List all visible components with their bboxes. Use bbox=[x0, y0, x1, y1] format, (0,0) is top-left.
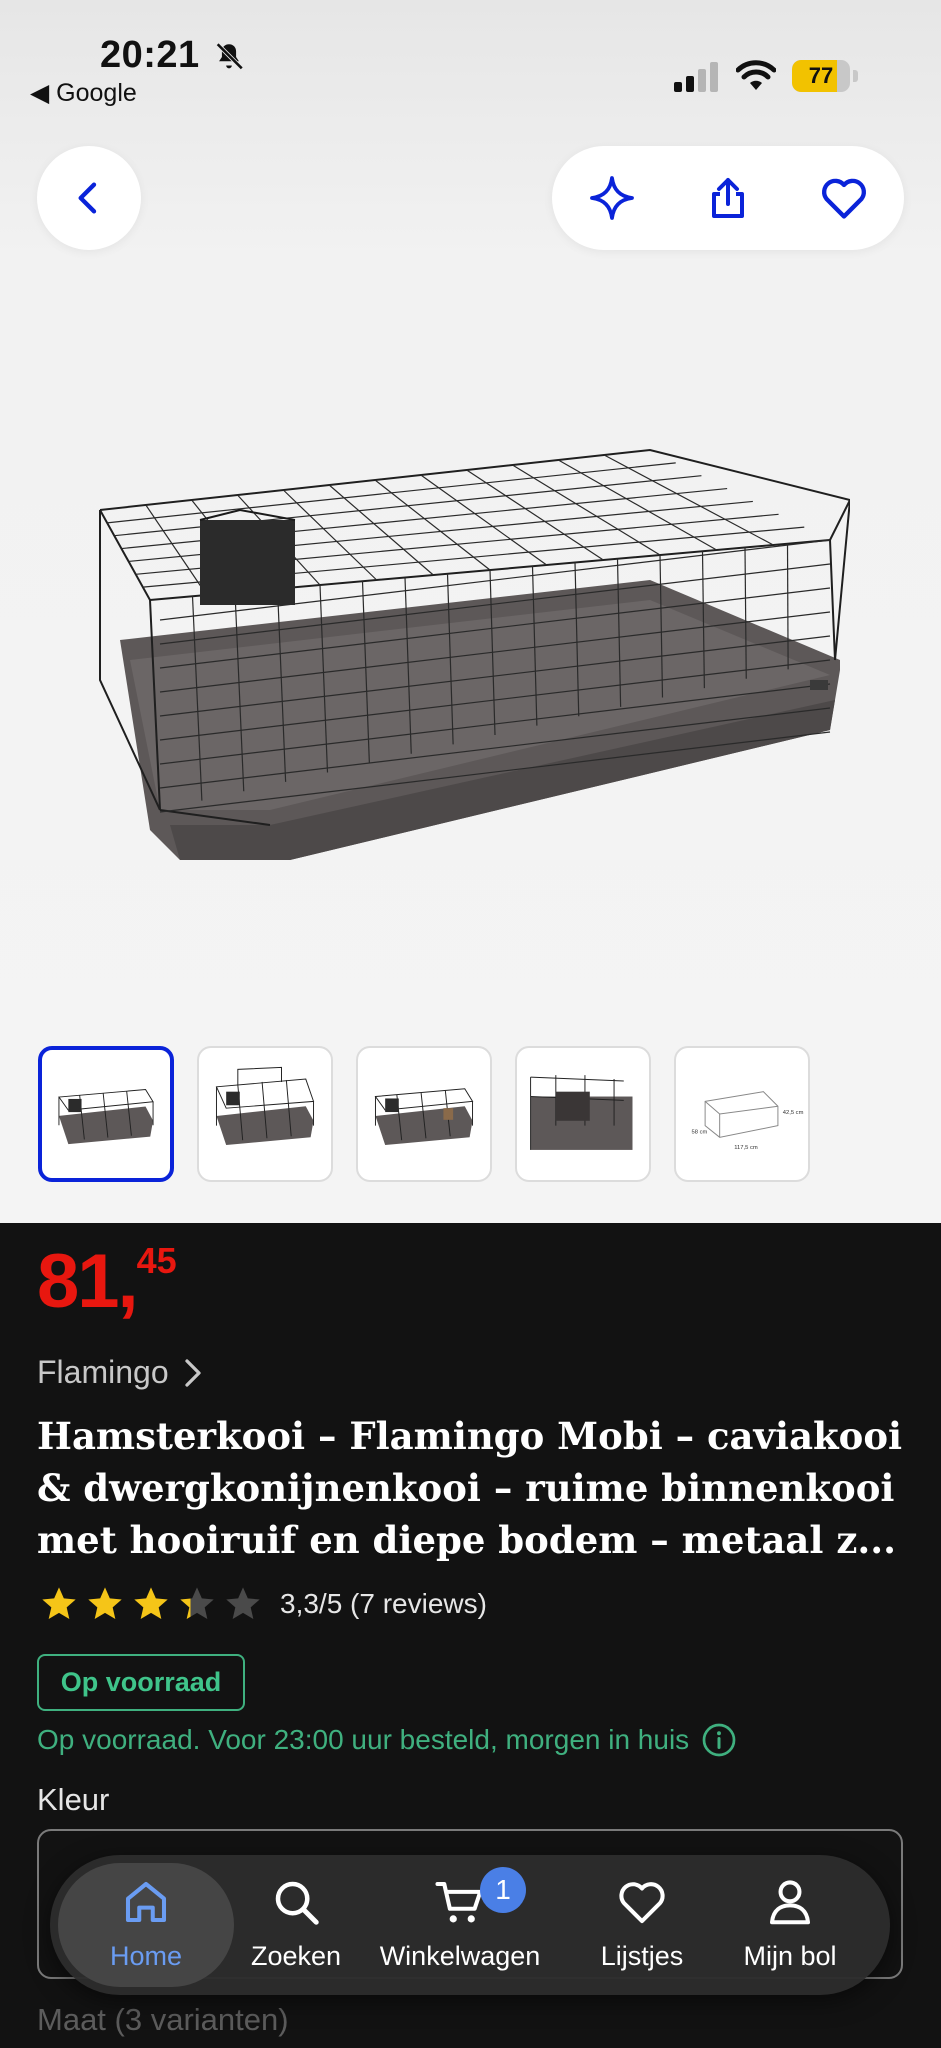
chevron-right-icon bbox=[184, 1358, 201, 1387]
sparkle-icon bbox=[590, 176, 634, 220]
favorite-button[interactable] bbox=[814, 168, 874, 228]
brand-name: Flamingo bbox=[37, 1354, 169, 1390]
nav-lists-label: Lijstjes bbox=[600, 1941, 684, 1971]
gallery-thumb-2[interactable] bbox=[197, 1046, 333, 1182]
home-icon bbox=[125, 1881, 167, 1923]
color-label: Kleur bbox=[37, 1782, 110, 1817]
cart-icon bbox=[435, 1881, 483, 1923]
delivery-info: Op voorraad. Voor 23:00 uur besteld, mor… bbox=[37, 1722, 737, 1758]
heart-icon bbox=[822, 178, 866, 219]
gallery-thumb-1[interactable] bbox=[38, 1046, 174, 1182]
star-icon bbox=[88, 1587, 122, 1619]
battery-indicator: 77 bbox=[792, 60, 858, 92]
gallery-thumb-4[interactable] bbox=[515, 1046, 651, 1182]
bottom-navigation: Home Zoeken Winkelwagen 1 Lijstjes Mijn … bbox=[50, 1855, 890, 1995]
gallery-thumb-3[interactable] bbox=[356, 1046, 492, 1182]
back-to-app-link[interactable]: ◀ Google bbox=[30, 78, 137, 108]
price-decimals: 45 bbox=[136, 1240, 177, 1281]
cart-count-badge: 1 bbox=[480, 1867, 526, 1913]
user-icon bbox=[769, 1880, 811, 1925]
rating-summary[interactable]: 3,3/5 (7 reviews) bbox=[280, 1588, 487, 1620]
star-icon bbox=[226, 1587, 260, 1619]
action-pill bbox=[552, 146, 904, 250]
svg-text:42,5 cm: 42,5 cm bbox=[783, 1110, 804, 1116]
size-label[interactable]: Maat (3 varianten) bbox=[37, 2002, 289, 2038]
svg-text:117,5 cm: 117,5 cm bbox=[734, 1145, 758, 1151]
svg-text:58 cm: 58 cm bbox=[692, 1129, 708, 1135]
nav-search[interactable]: Zoeken bbox=[236, 1855, 356, 1995]
battery-level: 77 bbox=[808, 63, 834, 88]
nav-home[interactable]: Home bbox=[58, 1855, 234, 1995]
share-button[interactable] bbox=[698, 168, 758, 228]
product-title: Hamsterkooi – Flamingo Mobi – caviakooi … bbox=[37, 1414, 903, 1562]
status-time: 20:21 bbox=[100, 34, 200, 76]
heart-icon bbox=[619, 1882, 665, 1924]
nav-search-label: Zoeken bbox=[250, 1941, 342, 1971]
bell-muted-icon bbox=[216, 42, 244, 70]
nav-lists[interactable]: Lijstjes bbox=[582, 1855, 702, 1995]
share-icon bbox=[712, 178, 744, 218]
product-image-cage[interactable] bbox=[90, 430, 850, 870]
nav-home-label: Home bbox=[109, 1941, 183, 1971]
gallery-thumb-5[interactable]: 42,5 cm 58 cm 117,5 cm bbox=[674, 1046, 810, 1182]
chevron-left-icon bbox=[78, 182, 97, 214]
ai-assistant-button[interactable] bbox=[582, 168, 642, 228]
star-icon bbox=[134, 1587, 168, 1619]
delivery-text: Op voorraad. Voor 23:00 uur besteld, mor… bbox=[37, 1724, 690, 1755]
back-button[interactable] bbox=[37, 146, 141, 250]
star-icon bbox=[180, 1587, 214, 1619]
nav-cart[interactable]: Winkelwagen bbox=[370, 1855, 550, 1995]
nav-cart-label: Winkelwagen bbox=[379, 1941, 541, 1971]
search-icon bbox=[275, 1881, 319, 1925]
brand-link[interactable]: Flamingo bbox=[37, 1354, 203, 1391]
info-icon[interactable] bbox=[701, 1722, 737, 1758]
rating-stars[interactable] bbox=[37, 1584, 267, 1624]
stock-badge: Op voorraad bbox=[37, 1654, 245, 1711]
product-price: 81,45 bbox=[37, 1238, 177, 1325]
wifi-icon bbox=[736, 60, 776, 90]
signal-icon bbox=[674, 62, 718, 92]
star-icon bbox=[42, 1587, 76, 1619]
nav-account[interactable]: Mijn bol bbox=[720, 1855, 860, 1995]
price-integer: 81, bbox=[37, 1239, 139, 1324]
nav-account-label: Mijn bol bbox=[743, 1941, 837, 1971]
